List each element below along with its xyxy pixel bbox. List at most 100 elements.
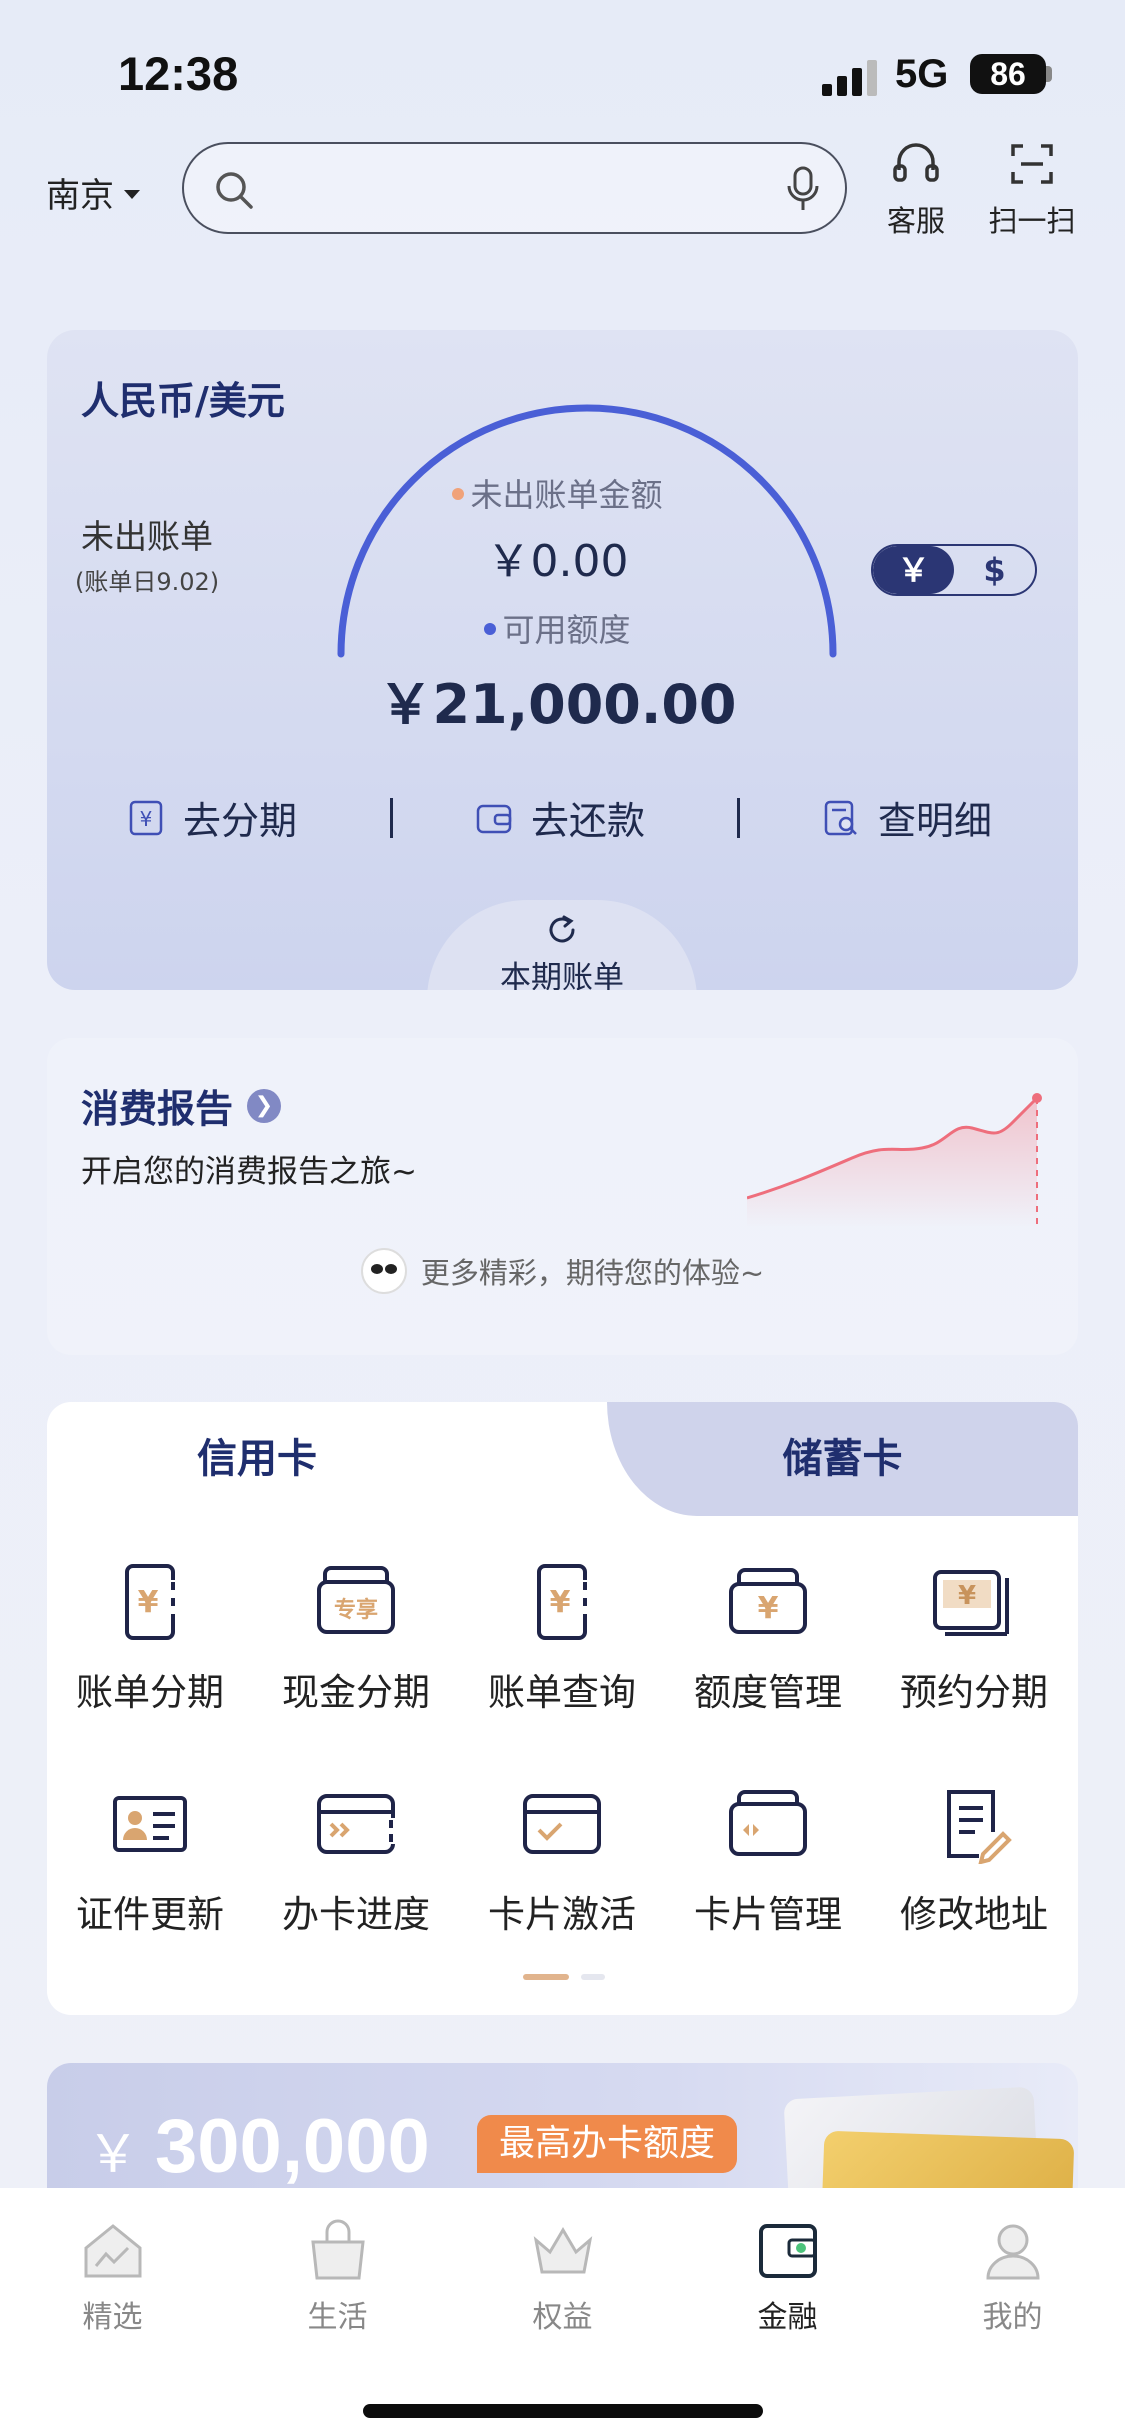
refresh-icon bbox=[549, 915, 575, 943]
reserve-installment-item[interactable]: ¥ 预约分期 bbox=[871, 1562, 1077, 1716]
available-limit-label: 可用额度 bbox=[47, 605, 1078, 651]
tab-debit-card[interactable]: 储蓄卡 bbox=[607, 1402, 1078, 1516]
repay-action[interactable]: 去还款 bbox=[475, 790, 645, 845]
edit-address-item[interactable]: 修改地址 bbox=[871, 1784, 1077, 1938]
report-more-hint: 更多精彩，期待您的体验~ bbox=[47, 1248, 1078, 1294]
details-search-icon bbox=[824, 800, 857, 835]
nav-life-label: 生活 bbox=[307, 2300, 368, 2335]
divider bbox=[390, 798, 393, 838]
scan-icon bbox=[1011, 144, 1053, 184]
toggle-cny[interactable]: ￥ bbox=[873, 546, 954, 594]
consumption-report-card[interactable]: 消费报告 ❯ 开启您的消费报告之旅~ 更多精彩，期待您的体验~ bbox=[47, 1038, 1078, 1355]
available-dot bbox=[484, 623, 497, 635]
search-icon bbox=[216, 172, 253, 209]
card-activation-item[interactable]: 卡片激活 bbox=[459, 1784, 665, 1938]
bill-query-label: 账单查询 bbox=[488, 1671, 636, 1714]
scan-label: 扫一扫 bbox=[988, 204, 1076, 238]
credit-bill-card: 人民币/美元 未出账单 (账单日9.02) 未出账单金额 ￥0.00 可用额度 … bbox=[47, 330, 1078, 990]
limit-management-label: 额度管理 bbox=[694, 1671, 842, 1714]
installment-icon: ¥ bbox=[129, 800, 163, 835]
featured-icon bbox=[84, 2224, 141, 2278]
bottom-navigation: 精选 生活 权益 金融 我的 bbox=[0, 2188, 1125, 2435]
bill-query-item[interactable]: ¥ 账单查询 bbox=[459, 1562, 665, 1716]
finance-icon bbox=[758, 2224, 817, 2278]
nav-benefits[interactable]: 权益 bbox=[450, 2212, 675, 2336]
status-time: 12:38 bbox=[118, 47, 239, 100]
nav-featured[interactable]: 精选 bbox=[0, 2212, 225, 2336]
repay-label: 去还款 bbox=[531, 799, 646, 843]
wallet-icon bbox=[476, 804, 512, 833]
nav-profile[interactable]: 我的 bbox=[900, 2212, 1125, 2336]
nav-finance-label: 金融 bbox=[757, 2300, 818, 2335]
current-bill-tab[interactable]: 本期账单 bbox=[427, 900, 697, 990]
id-update-item[interactable]: 证件更新 bbox=[47, 1784, 253, 1938]
report-subtitle: 开启您的消费报告之旅~ bbox=[81, 1154, 417, 1190]
top-bar: 南京 客服 扫一扫 bbox=[0, 140, 1125, 280]
reserve-installment-label: 预约分期 bbox=[900, 1671, 1048, 1714]
application-progress-label: 办卡进度 bbox=[282, 1893, 430, 1936]
divider bbox=[737, 798, 740, 838]
report-title[interactable]: 消费报告 ❯ bbox=[81, 1078, 282, 1133]
life-icon bbox=[310, 2219, 365, 2280]
cash-installment-item[interactable]: 专享 现金分期 bbox=[253, 1562, 459, 1716]
application-progress-item[interactable]: 办卡进度 bbox=[253, 1784, 459, 1938]
home-indicator[interactable] bbox=[363, 2404, 763, 2418]
search-input[interactable] bbox=[182, 142, 847, 234]
svg-text:¥: ¥ bbox=[138, 1585, 159, 1620]
nav-finance[interactable]: 金融 bbox=[675, 2212, 900, 2336]
id-update-icon bbox=[113, 1796, 187, 1852]
svg-text:¥: ¥ bbox=[140, 807, 153, 831]
card-offer-banner[interactable]: ￥ 300,000 最高办卡额度 bbox=[47, 2063, 1078, 2203]
grid-pager bbox=[523, 1974, 605, 1980]
tab-credit-card[interactable]: 信用卡 bbox=[47, 1402, 607, 1516]
bill-installment-icon: ¥ bbox=[125, 1564, 177, 1640]
reserve-installment-icon: ¥ bbox=[933, 1570, 1009, 1636]
available-limit-amount: ￥21,000.00 bbox=[378, 673, 737, 736]
nav-life[interactable]: 生活 bbox=[225, 2212, 450, 2336]
cash-installment-label: 现金分期 bbox=[282, 1671, 430, 1714]
caret-down-icon bbox=[124, 190, 140, 199]
bill-query-icon: ¥ bbox=[537, 1564, 589, 1640]
currency-toggle[interactable]: ￥ $ bbox=[871, 544, 1037, 596]
scan-button[interactable]: 扫一扫 bbox=[982, 140, 1082, 240]
bill-actions: ¥ 去分期 去还款 查明细 bbox=[47, 790, 1078, 860]
card-services-panel: 储蓄卡 信用卡 ¥ 账单分期 专享 现金分期 ¥ 账单查询 ¥ 额度管理 ¥ 预… bbox=[47, 1402, 1078, 2015]
card-activation-label: 卡片激活 bbox=[488, 1893, 636, 1936]
toggle-usd[interactable]: $ bbox=[954, 546, 1035, 594]
pager-dot bbox=[581, 1974, 605, 1980]
battery-icon: 86 bbox=[970, 54, 1046, 94]
panda-avatar-icon bbox=[360, 1248, 407, 1294]
card-type-tabs: 储蓄卡 信用卡 bbox=[47, 1402, 1078, 1516]
details-action[interactable]: 查明细 bbox=[822, 790, 992, 845]
application-progress-icon bbox=[317, 1794, 397, 1854]
bill-installment-item[interactable]: ¥ 账单分期 bbox=[47, 1562, 253, 1716]
customer-service-button[interactable]: 客服 bbox=[866, 140, 966, 240]
benefits-icon bbox=[533, 2227, 592, 2274]
customer-service-label: 客服 bbox=[886, 204, 945, 238]
max-limit-amount: ￥ 300,000 bbox=[87, 2104, 430, 2189]
pager-dot-active bbox=[523, 1974, 569, 1980]
installment-label: 去分期 bbox=[183, 799, 298, 843]
installment-action[interactable]: ¥ 去分期 bbox=[127, 790, 297, 845]
max-limit-badge: 最高办卡额度 bbox=[477, 2115, 738, 2173]
limit-management-item[interactable]: ¥ 额度管理 bbox=[665, 1562, 871, 1716]
headset-icon bbox=[893, 143, 939, 182]
card-management-icon bbox=[729, 1790, 807, 1856]
bill-installment-label: 账单分期 bbox=[76, 1671, 224, 1714]
id-update-label: 证件更新 bbox=[76, 1893, 224, 1936]
currency-title: 人民币/美元 bbox=[81, 379, 285, 423]
network-type: 5G bbox=[895, 52, 949, 96]
details-label: 查明细 bbox=[878, 799, 993, 843]
unbilled-amount-label: 未出账单金额 bbox=[47, 470, 1078, 516]
card-management-item[interactable]: 卡片管理 bbox=[665, 1784, 871, 1938]
edit-address-label: 修改地址 bbox=[900, 1893, 1048, 1936]
svg-text:专享: 专享 bbox=[334, 1597, 378, 1623]
status-bar: 12:38 5G 86 bbox=[0, 0, 1125, 150]
battery-tip bbox=[1046, 66, 1052, 82]
nav-featured-label: 精选 bbox=[82, 2300, 143, 2335]
nav-benefits-label: 权益 bbox=[532, 2300, 593, 2335]
microphone-icon[interactable] bbox=[783, 164, 823, 214]
cellular-signal-icon bbox=[822, 60, 877, 96]
city-selector[interactable]: 南京 bbox=[46, 168, 140, 217]
report-more-text: 更多精彩，期待您的体验~ bbox=[420, 1256, 765, 1290]
